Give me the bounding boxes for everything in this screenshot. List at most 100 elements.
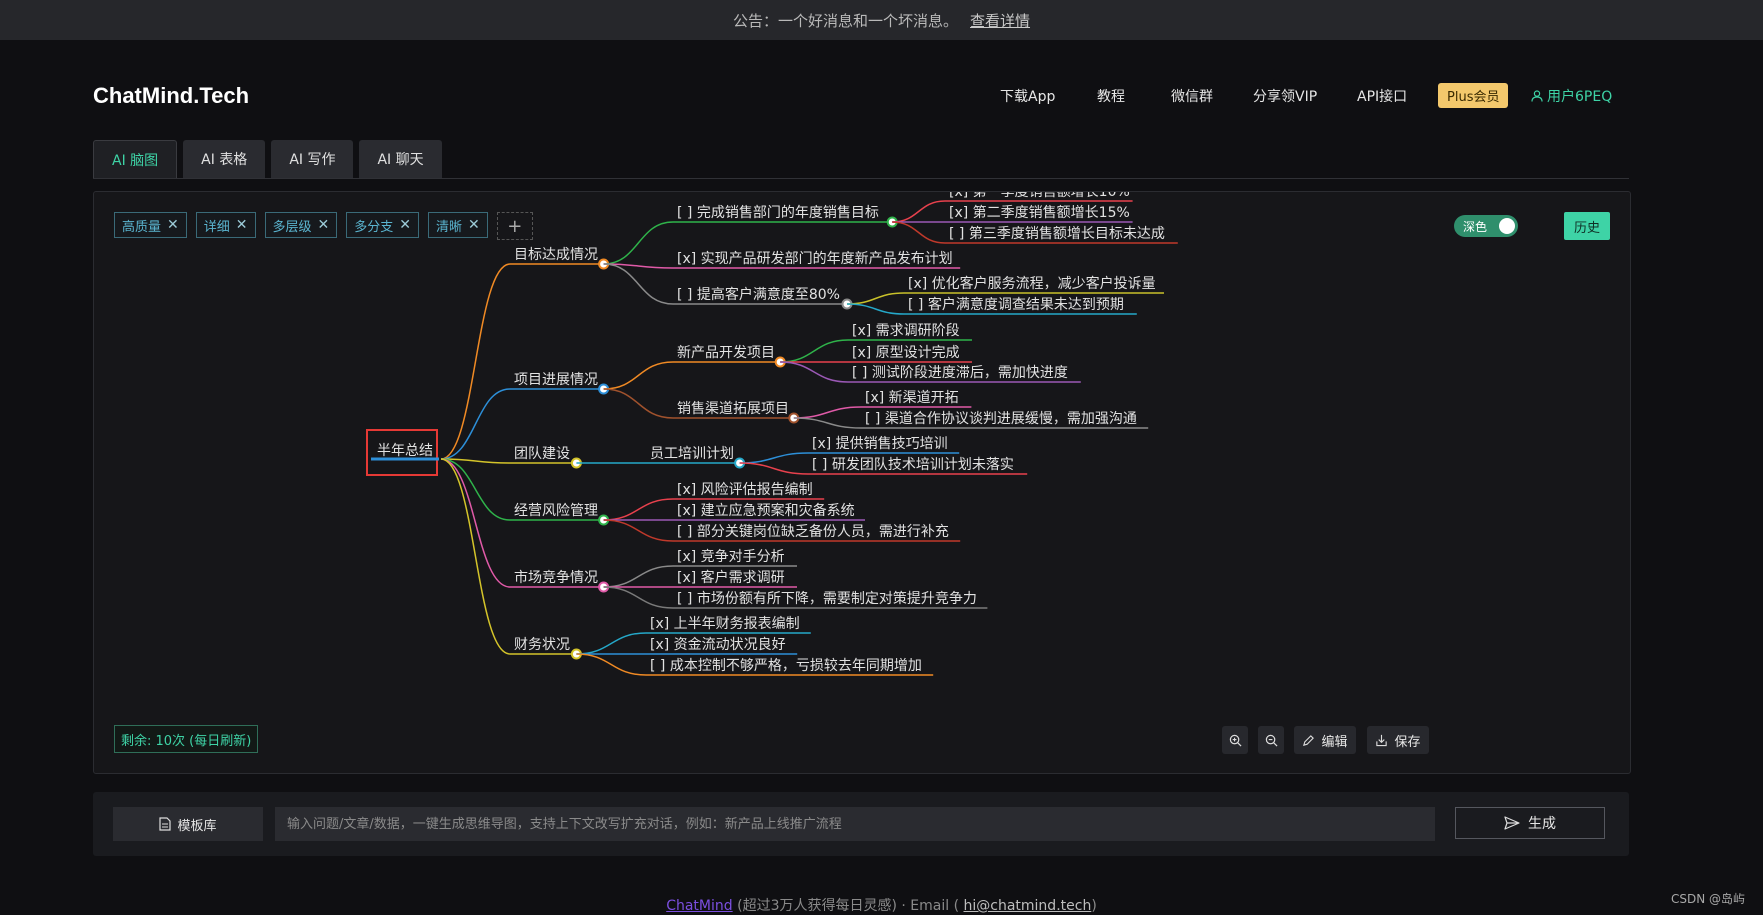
sub-node[interactable]: [x] 客户需求调研 <box>677 569 785 586</box>
sub-node[interactable]: [ ] 完成销售部门的年度销售目标 <box>677 205 879 221</box>
sub-node[interactable]: [ ] 市场份额有所下降，需要制定对策提升竞争力 <box>677 590 977 607</box>
branch-connector <box>846 303 905 315</box>
plus-icon: + <box>507 215 523 237</box>
template-library-button[interactable]: 模板库 <box>113 807 263 841</box>
chip-multi-level[interactable]: 多层级 ✕ <box>264 212 338 238</box>
chip-label: 多层级 <box>272 219 312 235</box>
branch-connector <box>892 221 946 244</box>
save-button[interactable]: 保存 <box>1367 726 1429 754</box>
branch-connector <box>603 388 674 419</box>
tab-ai-chat[interactable]: AI 聊天 <box>359 140 442 178</box>
leaf-node[interactable]: [ ] 第三季度销售额增长目标未达成 <box>949 225 1165 242</box>
close-icon[interactable]: ✕ <box>167 217 179 233</box>
footer-text-end: ) <box>1091 898 1097 914</box>
nav-share-vip[interactable]: 分享领VIP <box>1253 86 1317 106</box>
sub-node[interactable]: [ ] 成本控制不够严格，亏损较去年同期增加 <box>650 658 922 674</box>
edit-button[interactable]: 编辑 <box>1294 726 1356 754</box>
branch-connector <box>576 653 647 676</box>
branch-node[interactable]: 项目进展情况 <box>514 372 598 388</box>
footer-email-link[interactable]: hi@chatmind.tech <box>964 898 1092 914</box>
sub-node[interactable]: [x] 竞争对手分析 <box>677 548 785 565</box>
nav-tutorial[interactable]: 教程 <box>1097 86 1125 106</box>
chip-multi-branch[interactable]: 多分支 ✕ <box>346 212 419 238</box>
pencil-icon <box>1303 734 1315 746</box>
branch-connector <box>603 519 674 542</box>
leaf-node[interactable]: [ ] 客户满意度调查结果未达到预期 <box>908 296 1124 313</box>
remaining-quota: 剩余: 10次 (每日刷新) <box>114 725 259 753</box>
announcement-details-link[interactable]: 查看详情 <box>970 10 1030 31</box>
sub-node[interactable]: [x] 建立应急预案和灾备系统 <box>677 502 855 519</box>
chip-high-quality[interactable]: 高质量 ✕ <box>114 212 187 238</box>
save-label: 保存 <box>1394 734 1421 750</box>
chip-label: 多分支 <box>354 219 394 235</box>
leaf-node[interactable]: [ ] 研发团队技术培训计划未落实 <box>812 457 1014 473</box>
branch-node[interactable]: 目标达成情况 <box>514 247 598 263</box>
leaf-node[interactable]: [x] 提供销售技巧培训 <box>812 436 948 452</box>
sub-node[interactable]: 新产品开发项目 <box>677 345 775 361</box>
toggle-knob <box>1499 218 1515 234</box>
sub-node[interactable]: 销售渠道拓展项目 <box>677 401 789 417</box>
top-nav: 下载App 教程 微信群 分享领VIP API接口 Plus会员 用户6PEQ <box>1000 83 1620 110</box>
logo[interactable]: ChatMind.Tech <box>93 83 249 109</box>
tab-ai-table[interactable]: AI 表格 <box>183 140 266 178</box>
branch-connector <box>603 221 674 265</box>
branch-node[interactable]: 财务状况 <box>514 637 570 653</box>
close-icon[interactable]: ✕ <box>236 217 248 233</box>
nav-api[interactable]: API接口 <box>1357 86 1407 106</box>
user-icon <box>1531 90 1543 102</box>
leaf-node[interactable]: [x] 原型设计完成 <box>852 345 960 361</box>
branch-connector <box>440 458 511 588</box>
leaf-node[interactable]: [x] 优化客户服务流程，减少客户投诉量 <box>908 275 1156 292</box>
close-icon[interactable]: ✕ <box>468 217 480 233</box>
tab-ai-mindmap[interactable]: AI 脑图 <box>93 140 178 179</box>
sub-node[interactable]: 员工培训计划 <box>650 446 734 462</box>
close-icon[interactable]: ✕ <box>399 217 411 233</box>
sub-node[interactable]: [x] 风险评估报告编制 <box>677 482 813 498</box>
tab-ai-writing[interactable]: AI 写作 <box>271 140 354 178</box>
theme-toggle[interactable]: 深色 <box>1454 215 1518 237</box>
root-node[interactable]: 半年总结 <box>377 443 433 459</box>
mindmap-panel: 半年总结 目标达成情况 [ ] 完成销售部门的年度销售目标 [x] 第一季度销售额增长… <box>93 191 1631 774</box>
generate-label: 生成 <box>1528 816 1556 832</box>
close-icon[interactable]: ✕ <box>318 217 330 233</box>
chip-clear[interactable]: 清晰 ✕ <box>428 212 488 238</box>
footer-text: (超过3万人获得每日灵感) · Email ( <box>732 898 964 914</box>
leaf-node[interactable]: [ ] 测试阶段进度滞后，需加快进度 <box>852 365 1068 381</box>
sub-node[interactable]: [ ] 提高客户满意度至80% <box>677 286 840 303</box>
question-input[interactable] <box>275 807 1435 841</box>
zoom-out-button[interactable] <box>1258 726 1284 754</box>
leaf-node[interactable]: [ ] 渠道合作协议谈判进展缓慢，需加强沟通 <box>865 410 1137 427</box>
sub-node[interactable]: [x] 上半年财务报表编制 <box>650 616 800 632</box>
user-menu[interactable]: 用户6PEQ <box>1531 86 1612 106</box>
mindmap-canvas[interactable]: 半年总结 目标达成情况 [ ] 完成销售部门的年度销售目标 [x] 第一季度销售额增长… <box>94 192 1630 773</box>
plus-member-button[interactable]: Plus会员 <box>1438 83 1509 108</box>
leaf-node[interactable]: [x] 第一季度销售额增长10% <box>949 192 1130 200</box>
mode-tabs: AI 脑图 AI 表格 AI 写作 AI 聊天 <box>93 140 442 180</box>
nav-download-app[interactable]: 下载App <box>1000 86 1055 106</box>
leaf-node[interactable]: [x] 第二季度销售额增长15% <box>949 204 1130 221</box>
leaf-node[interactable]: [x] 需求调研阶段 <box>852 323 960 339</box>
history-button[interactable]: 历史 <box>1563 212 1610 240</box>
generate-button[interactable]: 生成 <box>1455 807 1605 839</box>
chip-detailed[interactable]: 详细 ✕ <box>195 212 256 238</box>
branch-connector <box>780 361 849 383</box>
branch-connector <box>603 498 674 521</box>
announcement-bar: 公告：一个好消息和一个坏消息。 查看详情 <box>0 0 1763 40</box>
branch-node[interactable]: 经营风险管理 <box>514 503 598 519</box>
add-chip-button[interactable]: + <box>496 212 533 240</box>
branch-node[interactable]: 市场竞争情况 <box>514 569 598 586</box>
branch-connector <box>793 406 862 419</box>
sub-node[interactable]: [x] 资金流动状况良好 <box>650 637 786 653</box>
send-icon <box>1504 816 1520 830</box>
footer-brand-link[interactable]: ChatMind <box>666 898 732 914</box>
nav-wechat-group[interactable]: 微信群 <box>1171 86 1213 106</box>
input-bar: 模板库 生成 <box>93 792 1629 856</box>
zoom-in-button[interactable] <box>1222 726 1248 754</box>
sub-node[interactable]: [ ] 部分关键岗位缺乏备份人员，需进行补充 <box>677 523 949 540</box>
sub-node[interactable]: [x] 实现产品研发部门的年度新产品发布计划 <box>677 251 953 267</box>
branch-connector <box>892 200 946 223</box>
document-icon <box>159 817 172 831</box>
branch-node[interactable]: 团队建设 <box>514 446 570 462</box>
template-library-label: 模板库 <box>177 818 217 834</box>
leaf-node[interactable]: [x] 新渠道开拓 <box>865 390 959 406</box>
